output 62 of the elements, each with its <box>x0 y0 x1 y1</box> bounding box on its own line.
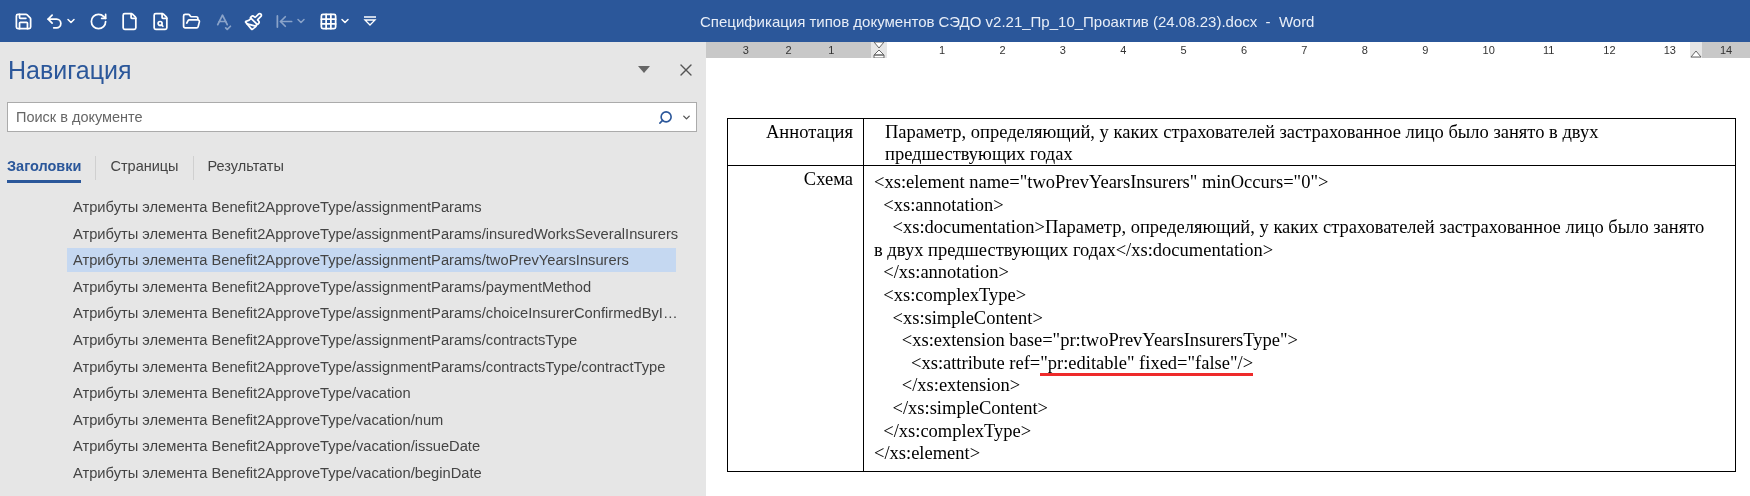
code-line: <xs:simpleContent> <box>891 306 1044 330</box>
code-line: </xs:annotation> <box>882 261 1010 284</box>
heading-item[interactable]: Атрибуты элемента Benefit2ApproveType/assignmentParams/choiceInsurerConfirmedByI… <box>67 301 676 326</box>
ruler-number: 6 <box>1240 43 1249 57</box>
heading-item[interactable]: Атрибуты элемента Benefit2ApproveType/vacation/issueDate <box>67 434 676 459</box>
search-field[interactable]: Поиск в документе <box>14 108 658 126</box>
heading-item[interactable]: Атрибуты элемента Benefit2ApproveType/assignmentParams/contractsType <box>67 327 676 352</box>
indent-marker-icon[interactable] <box>871 42 887 58</box>
code-line: </xs:element> <box>874 442 982 465</box>
save-icon <box>14 11 33 31</box>
folder-icon <box>182 11 201 31</box>
ruler-number: 7 <box>1301 43 1309 57</box>
ruler-number: 3 <box>742 44 749 56</box>
ruler-number: 12 <box>1603 43 1617 57</box>
nav-tab[interactable]: Заголовки <box>7 154 82 183</box>
print-preview-icon <box>151 11 170 31</box>
code-line: </xs:complexType> <box>882 419 1033 443</box>
brush-icon <box>244 11 263 31</box>
code-line: </xs:simpleContent> <box>891 396 1049 420</box>
search-icon <box>658 109 673 125</box>
code-line: <xs:complexType> <box>882 283 1028 307</box>
code-line: <xs:element name="twoPrevYearsInsurers" minOccurs="0"> <box>874 171 1330 194</box>
code-line: </xs:extension> <box>900 374 1022 397</box>
code-line: <xs:extension base="pr:twoPrevYearsInsurersType"> <box>900 329 1299 352</box>
ruler-number: 2 <box>785 44 792 56</box>
ruler-number: 11 <box>1542 43 1556 57</box>
table-cell: Аннотация <box>727 118 864 166</box>
heading-item[interactable]: Атрибуты элемента Benefit2ApproveType/assignmentParams <box>67 195 676 219</box>
ruler-number: 1 <box>939 43 947 57</box>
nav-tab[interactable]: Страницы <box>110 154 179 183</box>
ruler-number: 14 <box>1719 44 1733 56</box>
table-icon <box>319 11 338 31</box>
table-cell: Схема <box>727 165 864 472</box>
table-cell: Параметр, определяющий, у каких страхователей застрахованное лицо было занято в двух предшествующих годах <box>863 118 1736 166</box>
ruler-number: 10 <box>1482 43 1496 57</box>
heading-item[interactable]: Атрибуты элемента Benefit2ApproveType/vacation <box>67 381 676 406</box>
ruler-number: 9 <box>1422 43 1430 57</box>
heading-item[interactable]: Атрибуты элемента Benefit2ApproveType/assignmentParams/twoPrevYearsInsurers <box>67 248 676 273</box>
undo-icon <box>45 11 64 31</box>
heading-item[interactable]: Атрибуты элемента Benefit2ApproveType/vacation/num <box>67 407 676 432</box>
search-box[interactable]: Поиск в документе <box>7 102 697 132</box>
redo-icon <box>89 11 108 31</box>
ruler-number: 4 <box>1120 43 1128 57</box>
ruler-number: 2 <box>999 43 1007 57</box>
ruler-number: 13 <box>1663 43 1676 57</box>
heading-item[interactable]: Атрибуты элемента Benefit2ApproveType/assignmentParams/paymentMethod <box>67 274 676 299</box>
ruler-number: 5 <box>1180 43 1188 57</box>
document-icon <box>120 11 139 31</box>
code-line: <xs:attribute ref="pr:editable" fixed="false"/> <box>874 351 1715 375</box>
ruler-number: 3 <box>1059 43 1067 57</box>
heading-item[interactable]: Атрибуты элемента Benefit2ApproveType/assignmentParams/contractsType/contractType <box>67 354 676 379</box>
heading-item[interactable]: Атрибуты элемента Benefit2ApproveType/assignmentParams/insuredWorksSeveralInsurers <box>67 221 676 246</box>
code-line: <xs:documentation>Параметр, определяющий, у каких страхователей застрахованное лицо было занято в двух предшествующих годах</xs:documentation> <box>874 216 1706 262</box>
ruler-number: 1 <box>828 44 835 56</box>
heading-item[interactable]: Атрибуты элемента Benefit2ApproveType/vacation/beginDate <box>67 460 676 485</box>
triangle-down-icon <box>638 66 650 74</box>
window-title: Спецификация типов документов СЭДО v2.21_Пр_10_Проактив (24.08.23).docx - Word <box>700 12 1315 30</box>
ruler-number: 8 <box>1361 43 1369 57</box>
pane-title: Навигация <box>8 55 133 85</box>
triangle-down-icon <box>363 16 377 26</box>
nav-tab[interactable]: Результаты <box>207 154 284 183</box>
code-line: <xs:annotation> <box>882 193 1005 217</box>
